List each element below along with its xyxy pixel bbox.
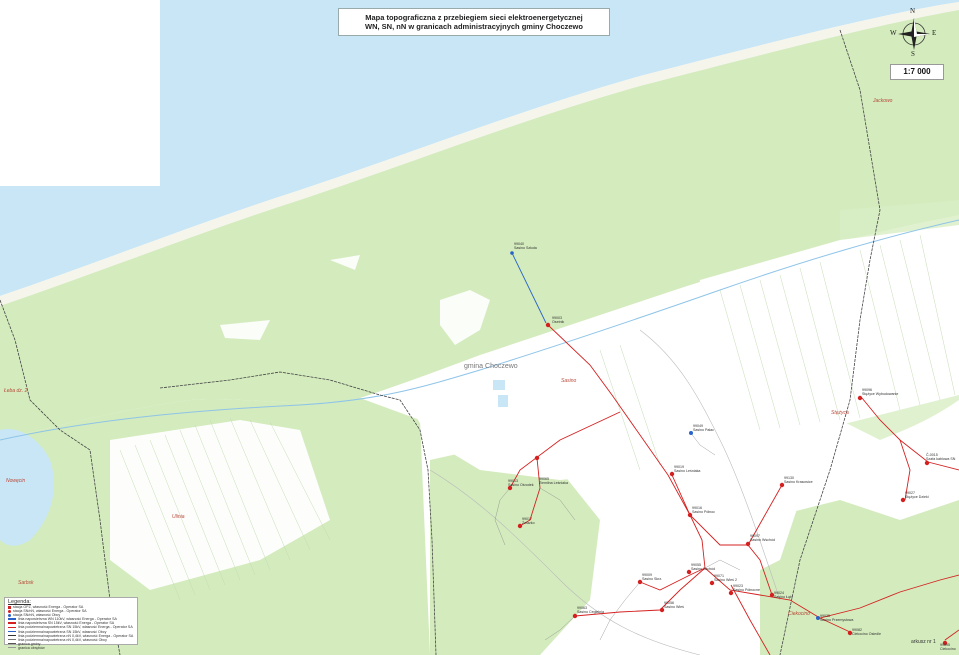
- station-name: Sasino Wieś: [664, 605, 684, 609]
- legend-swatch: [8, 613, 11, 617]
- station-name: Sasino Przemysłowa: [820, 618, 854, 622]
- station-label[interactable]: Č-0015 Szafa kablowa SN: [926, 453, 955, 461]
- station-label[interactable]: 99024 Sasino Łąki: [774, 591, 793, 599]
- place-label: Sarbsk: [18, 580, 34, 586]
- station-label[interactable]: 99023 Sasino Północne: [733, 584, 760, 592]
- station-name: Sasino Północne: [733, 588, 760, 592]
- legend-swatch: [8, 609, 11, 613]
- legend-swatch: [8, 635, 16, 637]
- place-label: Jackowo: [873, 98, 893, 104]
- station-label[interactable]: 99056 Sasino Wieś: [664, 601, 684, 609]
- station-label[interactable]: 99055 Sasino Zachód: [691, 563, 715, 571]
- legend-item: granica obrębów: [8, 646, 134, 650]
- station-name: Osetnik: [552, 320, 565, 324]
- station-marker: [545, 322, 551, 328]
- station-name: Ziemiłna Leśniaka: [539, 481, 568, 485]
- map-canvas[interactable]: Mapa topograficzna z przebiegiem sieci e…: [0, 0, 959, 655]
- station-label[interactable]: 99097 Sasino Wschód: [750, 534, 775, 542]
- legend-swatch: [8, 647, 16, 649]
- legend-swatch: [8, 605, 11, 609]
- station-name: Ciekocino Osiedle: [852, 632, 881, 636]
- compass-e: E: [932, 29, 937, 37]
- legend-swatch: [8, 631, 16, 633]
- legend-swatch: [8, 639, 16, 641]
- station-label[interactable]: 99071 Sasino Wieś 2: [714, 574, 737, 582]
- station-name: Sasino Północ: [692, 510, 715, 514]
- station-name: Sasino Pałac: [693, 428, 714, 432]
- legend-swatch: [8, 643, 16, 645]
- station-name: Sasino Skrz.: [642, 577, 663, 581]
- station-label[interactable]: 99009 Sasino Skrz.: [642, 573, 662, 581]
- station-label[interactable]: 99017 Żelazko: [522, 517, 535, 525]
- station-label[interactable]: 99003 Osetnik: [552, 316, 564, 324]
- sheet-number-label: arkusz nr 1: [911, 639, 936, 645]
- station-marker: [534, 455, 540, 461]
- place-label: Sasino: [561, 378, 577, 384]
- station-name: Sasino Wieś 2: [714, 578, 737, 582]
- legend-text: granica obrębów: [18, 645, 45, 650]
- station-marker: [745, 541, 751, 547]
- pond-2: [498, 395, 508, 407]
- compass-s: S: [911, 50, 915, 58]
- station-label[interactable]: 99130 Sasino Krasowice: [784, 476, 813, 484]
- station-name: Stężyce Dzieki: [905, 495, 929, 499]
- station-name: Sasino Zachód: [691, 567, 715, 571]
- station-marker: [857, 395, 863, 401]
- gmina-label: gmina Choczewo: [464, 363, 518, 370]
- place-label: Ciekocino: [788, 611, 810, 617]
- map-title-line1: Mapa topograficzna z przebiegiem sieci e…: [365, 13, 583, 22]
- station-label[interactable]: 99027 Stężyce Dzieki: [905, 491, 929, 499]
- station-label[interactable]: 99016 Sasino Północ: [692, 506, 715, 514]
- empty-inset-panel: [0, 0, 160, 186]
- station-name: Stężyce Wybudowanie: [862, 392, 899, 396]
- station-label[interactable]: 99095 Ciekocino: [940, 643, 956, 651]
- station-marker: [572, 613, 578, 619]
- place-label: Stężyca: [831, 410, 849, 416]
- place-label: Ulinia: [172, 514, 185, 520]
- station-name: Sasino Szkoła: [514, 246, 537, 250]
- station-label[interactable]: 99019 Sasino Leśniaka: [674, 465, 700, 473]
- station-name: Żelazko: [522, 521, 535, 525]
- station-label[interactable]: 99065 Ziemiłna Leśniaka: [539, 477, 568, 485]
- legend-swatch: [8, 627, 16, 629]
- station-marker: [924, 460, 930, 466]
- station-marker: [510, 251, 514, 255]
- station-name: Ciekocino: [940, 647, 956, 651]
- place-label: Łeba dz. 2: [4, 388, 28, 394]
- station-label[interactable]: 99082 Ciekocino Osiedle: [852, 628, 881, 636]
- compass-n: N: [910, 7, 916, 15]
- station-label[interactable]: 99063 Sasino Cegielnia: [577, 606, 604, 614]
- compass-w: W: [890, 29, 897, 37]
- legend-swatch: [8, 622, 16, 625]
- station-name: Sasino Ośrodek: [508, 483, 534, 487]
- map-scale: 1:7 000: [890, 64, 944, 80]
- station-name: Sasino Łąki: [774, 595, 793, 599]
- station-label[interactable]: 99035 Sasino Przemysłowa: [820, 614, 853, 622]
- station-label[interactable]: 99040 Sasino Szkoła: [514, 242, 537, 250]
- legend-swatch: [8, 618, 16, 621]
- map-title-box: Mapa topograficzna z przebiegiem sieci e…: [338, 8, 610, 36]
- station-label[interactable]: 99049 Sasino Pałac: [693, 424, 714, 432]
- compass-rose-icon: N S E W: [889, 7, 939, 58]
- station-name: Szafa kablowa SN: [926, 457, 956, 461]
- station-name: Sasino Leśniaka: [674, 469, 701, 473]
- place-label: Nowęcin: [6, 478, 26, 484]
- station-name: Sasino Cegielnia: [577, 610, 604, 614]
- station-name: Sasino Wschód: [750, 538, 775, 542]
- map-title-line2: WN, SN, nN w granicach administracyjnych…: [365, 22, 583, 31]
- station-label[interactable]: 99096 Stężyce Wybudowanie: [862, 388, 898, 396]
- station-name: Sasino Krasowice: [784, 480, 813, 484]
- station-label[interactable]: 99013 Sasino Ośrodek: [508, 479, 534, 487]
- pond-1: [493, 380, 505, 390]
- map-legend: Legenda: stacja GPZ, własność Energa - O…: [4, 597, 138, 650]
